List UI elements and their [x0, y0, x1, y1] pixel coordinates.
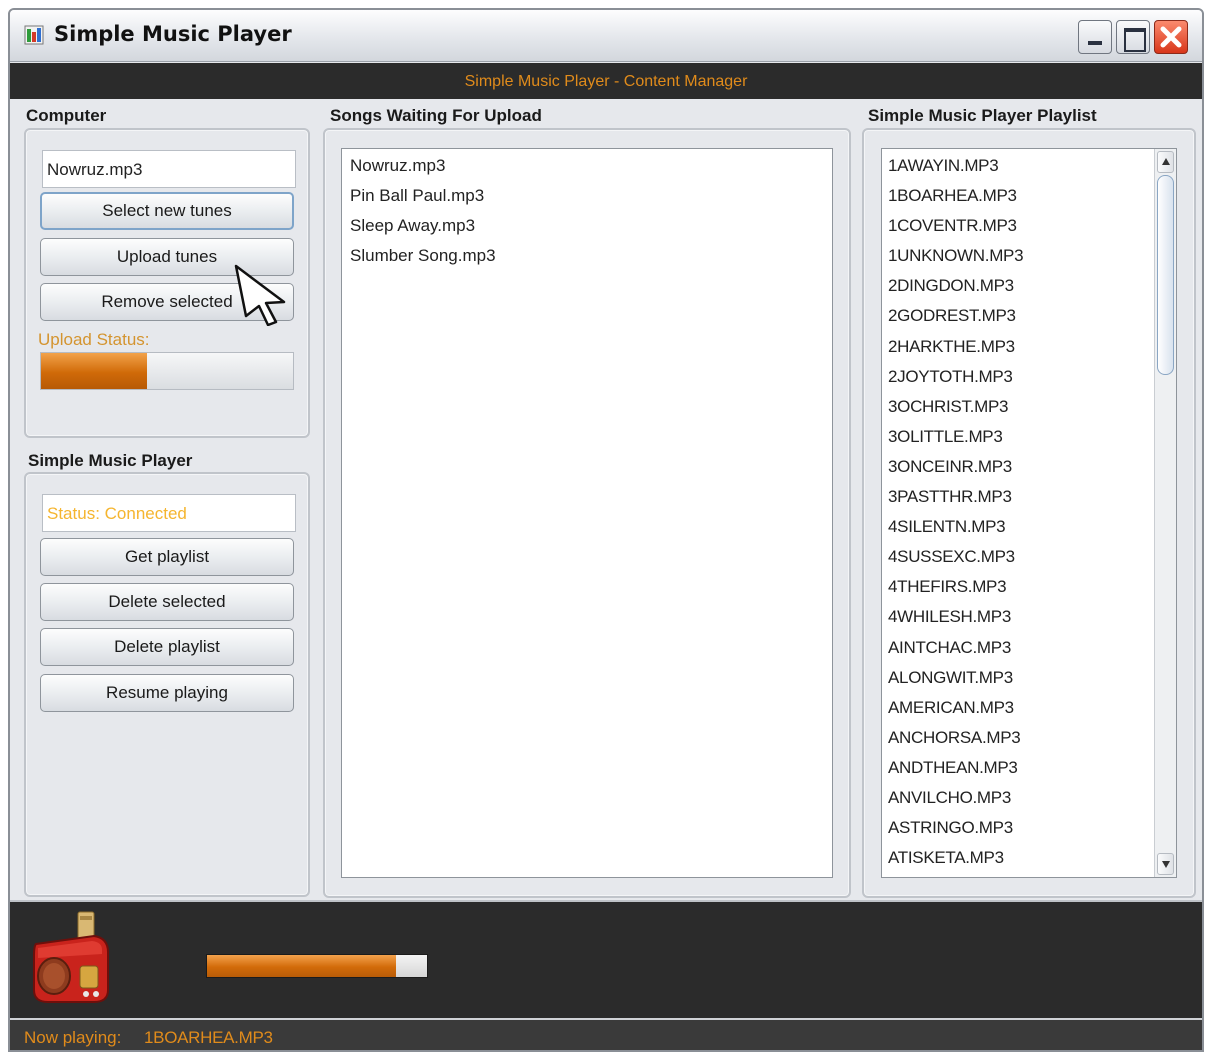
mouse-cursor-icon [234, 264, 286, 326]
playlist-item[interactable]: 4THEFIRS.MP3 [882, 572, 1154, 602]
app-icon [24, 25, 44, 45]
playlist-item[interactable]: ANDTHEAN.MP3 [882, 753, 1154, 783]
playlist-item[interactable]: ANCHORSA.MP3 [882, 723, 1154, 753]
upload-progress-bar [40, 352, 294, 390]
select-new-tunes-button[interactable]: Select new tunes [40, 192, 294, 230]
playlist-items: 1AWAYIN.MP3 1BOARHEA.MP3 1COVENTR.MP3 1UNKN… [882, 151, 1154, 873]
playlist-list[interactable]: 1AWAYIN.MP3 1BOARHEA.MP3 1COVENTR.MP3 1UNKN… [881, 148, 1177, 878]
upload-status-label: Upload Status: [38, 330, 150, 349]
upload-queue-list[interactable]: Nowruz.mp3 Pin Ball Paul.mp3 Sleep Away.mp… [341, 148, 833, 878]
computer-section-label: Computer [26, 106, 107, 125]
playlist-item[interactable]: 4WHILESH.MP3 [882, 602, 1154, 632]
playlist-item[interactable]: 1UNKNOWN.MP3 [882, 241, 1154, 271]
upload-queue-item[interactable]: Slumber Song.mp3 [342, 241, 832, 271]
playlist-label: Simple Music Player Playlist [868, 106, 1097, 125]
scroll-down-icon[interactable] [1157, 853, 1174, 875]
upload-queue-item[interactable]: Sleep Away.mp3 [342, 211, 832, 241]
playlist-item[interactable]: ASTRINGO.MP3 [882, 813, 1154, 843]
upload-queue-label: Songs Waiting For Upload [330, 106, 542, 125]
playback-progress-fill [207, 955, 397, 977]
upload-progress-fill [41, 353, 147, 389]
playlist-item[interactable]: 3OLITTLE.MP3 [882, 422, 1154, 452]
playlist-item[interactable]: 2GODREST.MP3 [882, 301, 1154, 331]
playlist-item[interactable]: 2DINGDON.MP3 [882, 271, 1154, 301]
playlist-item[interactable]: AMERICAN.MP3 [882, 693, 1154, 723]
resume-playing-button[interactable]: Resume playing [40, 674, 294, 712]
upload-queue-item[interactable]: Pin Ball Paul.mp3 [342, 181, 832, 211]
selected-file-field[interactable]: Nowruz.mp3 [42, 150, 296, 188]
radio-icon [33, 911, 109, 1003]
now-playing-bar: Now playing: 1BOARHEA.MP3 [10, 1018, 1202, 1050]
playback-progress-bar[interactable] [206, 954, 428, 978]
header-bar: Simple Music Player - Content Manager [10, 63, 1202, 99]
get-playlist-button[interactable]: Get playlist [40, 538, 294, 576]
header-title: Simple Music Player - Content Manager [464, 73, 748, 90]
maximize-icon[interactable] [1116, 20, 1150, 54]
playlist-item[interactable]: ALONGWIT.MP3 [882, 663, 1154, 693]
playlist-item[interactable]: 4SILENTN.MP3 [882, 512, 1154, 542]
delete-playlist-button[interactable]: Delete playlist [40, 628, 294, 666]
playlist-scrollbar[interactable] [1154, 149, 1176, 877]
window-title: Simple Music Player [54, 22, 292, 46]
playlist-item[interactable]: 1COVENTR.MP3 [882, 211, 1154, 241]
playlist-item[interactable]: 1BOARHEA.MP3 [882, 181, 1154, 211]
scroll-up-icon[interactable] [1157, 151, 1174, 173]
connection-status-field: Status: Connected [42, 494, 296, 532]
title-bar[interactable]: Simple Music Player [10, 10, 1202, 62]
close-icon[interactable] [1154, 20, 1188, 54]
playlist-item[interactable]: 4SUSSEXC.MP3 [882, 542, 1154, 572]
playlist-item[interactable]: 2JOYTOTH.MP3 [882, 362, 1154, 392]
player-section-label: Simple Music Player [28, 451, 193, 470]
upload-queue-item[interactable]: Nowruz.mp3 [342, 151, 832, 181]
playlist-item[interactable]: AINTCHAC.MP3 [882, 633, 1154, 663]
playlist-item[interactable]: ANVILCHO.MP3 [882, 783, 1154, 813]
player-footer [10, 900, 1202, 1018]
playlist-item[interactable]: ATISKETA.MP3 [882, 843, 1154, 873]
scroll-thumb[interactable] [1157, 175, 1174, 375]
playlist-item[interactable]: 1AWAYIN.MP3 [882, 151, 1154, 181]
playlist-item[interactable]: 3ONCEINR.MP3 [882, 452, 1154, 482]
app-window: Simple Music Player Simple Music Player … [8, 8, 1204, 1052]
minimize-icon[interactable] [1078, 20, 1112, 54]
playlist-item[interactable]: 3OCHRIST.MP3 [882, 392, 1154, 422]
playlist-item[interactable]: 3PASTTHR.MP3 [882, 482, 1154, 512]
delete-selected-button[interactable]: Delete selected [40, 583, 294, 621]
now-playing-label: Now playing: [24, 1028, 122, 1047]
playlist-item[interactable]: 2HARKTHE.MP3 [882, 332, 1154, 362]
now-playing-value: 1BOARHEA.MP3 [144, 1028, 273, 1047]
